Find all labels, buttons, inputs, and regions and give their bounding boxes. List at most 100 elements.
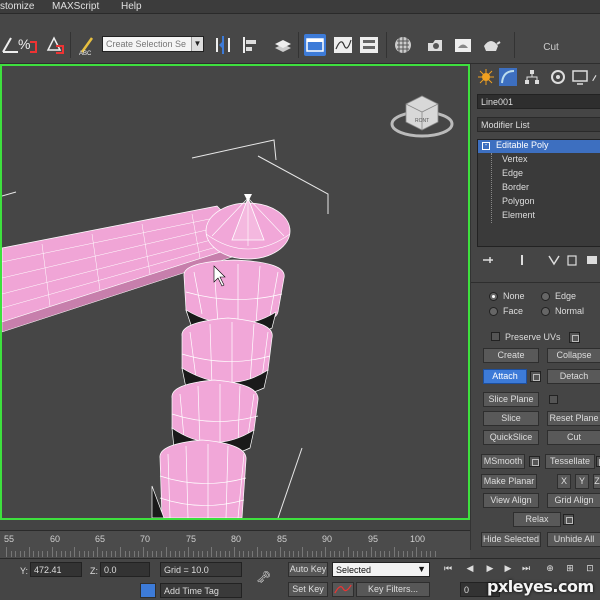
menu-maxscript[interactable]: MAXScript [52, 1, 99, 12]
split-checkbox[interactable] [549, 395, 558, 404]
preserve-uvs-settings-button[interactable] [569, 332, 580, 343]
msmooth-button[interactable]: MSmooth [481, 454, 525, 469]
edit-named-selection-icon[interactable]: ABC [76, 34, 98, 57]
tick-mark [352, 551, 354, 557]
layer-manager-icon[interactable] [272, 34, 294, 56]
show-end-result-icon[interactable] [515, 253, 529, 267]
play-icon[interactable]: ▶ [484, 562, 496, 574]
planar-y-button[interactable]: Y [575, 474, 589, 489]
stack-item-polygon[interactable]: Polygon [502, 196, 535, 209]
y-coordinate-field[interactable]: 472.41 [30, 562, 82, 577]
slice-button[interactable]: Slice [483, 411, 539, 426]
render-icon[interactable] [480, 34, 502, 56]
go-to-end-icon[interactable]: ⏭ [520, 562, 532, 574]
add-time-tag-button[interactable]: Add Time Tag [160, 583, 242, 598]
utilities-tab-icon[interactable] [591, 68, 600, 86]
auto-key-button[interactable]: Auto Key [288, 562, 328, 577]
zoom-all-icon[interactable]: ⊞ [564, 562, 576, 574]
schematic-view-icon[interactable] [358, 34, 380, 56]
render-setup-icon[interactable] [424, 34, 446, 56]
previous-frame-icon[interactable]: ◀ [464, 562, 476, 574]
preserve-uvs-checkbox[interactable] [491, 332, 500, 341]
menu-customize[interactable]: stomize [0, 1, 34, 12]
mirror-icon[interactable] [212, 34, 234, 56]
next-frame-icon[interactable]: ▶ [502, 562, 514, 574]
detach-button[interactable]: Detach [547, 369, 600, 384]
key-icon[interactable]: 🗝 [256, 571, 271, 583]
perspective-viewport[interactable]: RONT [0, 64, 470, 520]
make-unique-icon[interactable] [547, 253, 561, 267]
menu-bar: stomize MAXScript Help [0, 0, 600, 14]
tick-mark [15, 551, 17, 557]
constraint-edge-radio[interactable] [541, 292, 550, 301]
time-tag-icon[interactable] [140, 583, 156, 598]
go-to-start-icon[interactable]: ⏮ [442, 562, 454, 574]
percent-snap-icon[interactable]: % [16, 34, 38, 56]
hide-selected-button[interactable]: Hide Selected [481, 532, 541, 547]
constraint-face-radio[interactable] [489, 307, 498, 316]
motion-tab-icon[interactable] [549, 68, 567, 86]
chevron-down-icon[interactable]: ▼ [191, 37, 203, 51]
stack-tree-line [491, 153, 492, 223]
graphite-ribbon-icon[interactable] [304, 34, 326, 56]
stack-item-border[interactable]: Border [502, 182, 529, 195]
unhide-all-button[interactable]: Unhide All [547, 532, 600, 547]
menu-help[interactable]: Help [121, 1, 142, 12]
collapse-toggle-icon[interactable]: - [482, 142, 490, 150]
collapse-button[interactable]: Collapse [547, 348, 600, 363]
cut-button[interactable]: Cut [547, 430, 600, 445]
grid-align-button[interactable]: Grid Align [547, 493, 600, 508]
object-name-field[interactable]: Line001 [477, 94, 600, 109]
tessellate-button[interactable]: Tessellate [545, 454, 595, 469]
key-mode-dropdown[interactable]: Selected ▼ [332, 562, 430, 577]
pin-stack-icon[interactable] [481, 253, 495, 267]
msmooth-settings-button[interactable] [529, 456, 540, 467]
stack-item-vertex[interactable]: Vertex [502, 154, 528, 167]
tick-mark [110, 551, 112, 557]
rendered-frame-icon[interactable] [452, 34, 474, 56]
constraint-none-radio[interactable] [489, 292, 498, 301]
modify-tab-icon[interactable] [499, 68, 517, 86]
reset-plane-button[interactable]: Reset Plane [547, 411, 600, 426]
configure-sets-icon[interactable] [585, 253, 599, 267]
curve-editor-icon[interactable] [332, 34, 354, 56]
make-planar-button[interactable]: Make Planar [481, 474, 537, 489]
tick-mark [407, 551, 409, 557]
constraint-normal-radio[interactable] [541, 307, 550, 316]
tick-mark [434, 551, 436, 557]
stack-item-edge[interactable]: Edge [502, 168, 523, 181]
viewcube-icon[interactable]: RONT [390, 95, 454, 138]
material-editor-icon[interactable] [392, 34, 414, 56]
zoom-icon[interactable]: ⊕ [544, 562, 556, 574]
timeline-ruler[interactable]: 55 60 65 70 75 80 85 90 95 100 [0, 530, 470, 558]
slice-plane-button[interactable]: Slice Plane [483, 392, 539, 407]
zoom-extents-icon[interactable]: ⊡ [584, 562, 596, 574]
key-filters-button[interactable]: Key Filters... [356, 582, 430, 597]
align-icon[interactable] [240, 34, 262, 56]
set-key-button[interactable]: Set Key [288, 582, 328, 597]
view-align-button[interactable]: View Align [483, 493, 539, 508]
z-coordinate-field[interactable]: 0.0 [100, 562, 150, 577]
remove-modifier-icon[interactable] [565, 253, 579, 267]
create-tab-icon[interactable] [477, 68, 495, 86]
stack-item-editable-poly[interactable]: Editable Poly [478, 140, 600, 153]
named-selection-dropdown[interactable]: Create Selection Se ▼ [102, 36, 204, 52]
tick-mark [124, 551, 126, 557]
stack-item-element[interactable]: Element [502, 210, 535, 223]
viewport-canvas: RONT [2, 95, 454, 518]
tangent-icon[interactable] [332, 582, 354, 597]
quickslice-button[interactable]: QuickSlice [483, 430, 539, 445]
planar-z-button[interactable]: Z [593, 474, 600, 489]
create-button[interactable]: Create [483, 348, 539, 363]
hierarchy-tab-icon[interactable] [523, 68, 541, 86]
relax-button[interactable]: Relax [513, 512, 561, 527]
display-tab-icon[interactable] [571, 68, 589, 86]
attach-settings-button[interactable] [530, 371, 541, 382]
spinner-snap-icon[interactable] [44, 34, 66, 56]
planar-x-button[interactable]: X [557, 474, 571, 489]
modifier-list-dropdown[interactable]: Modifier List [477, 117, 600, 132]
relax-settings-button[interactable] [563, 514, 574, 525]
attach-button[interactable]: Attach [483, 369, 527, 384]
tessellate-settings-button[interactable] [596, 456, 600, 467]
ribbon-cut-button[interactable]: Cut [521, 40, 581, 56]
